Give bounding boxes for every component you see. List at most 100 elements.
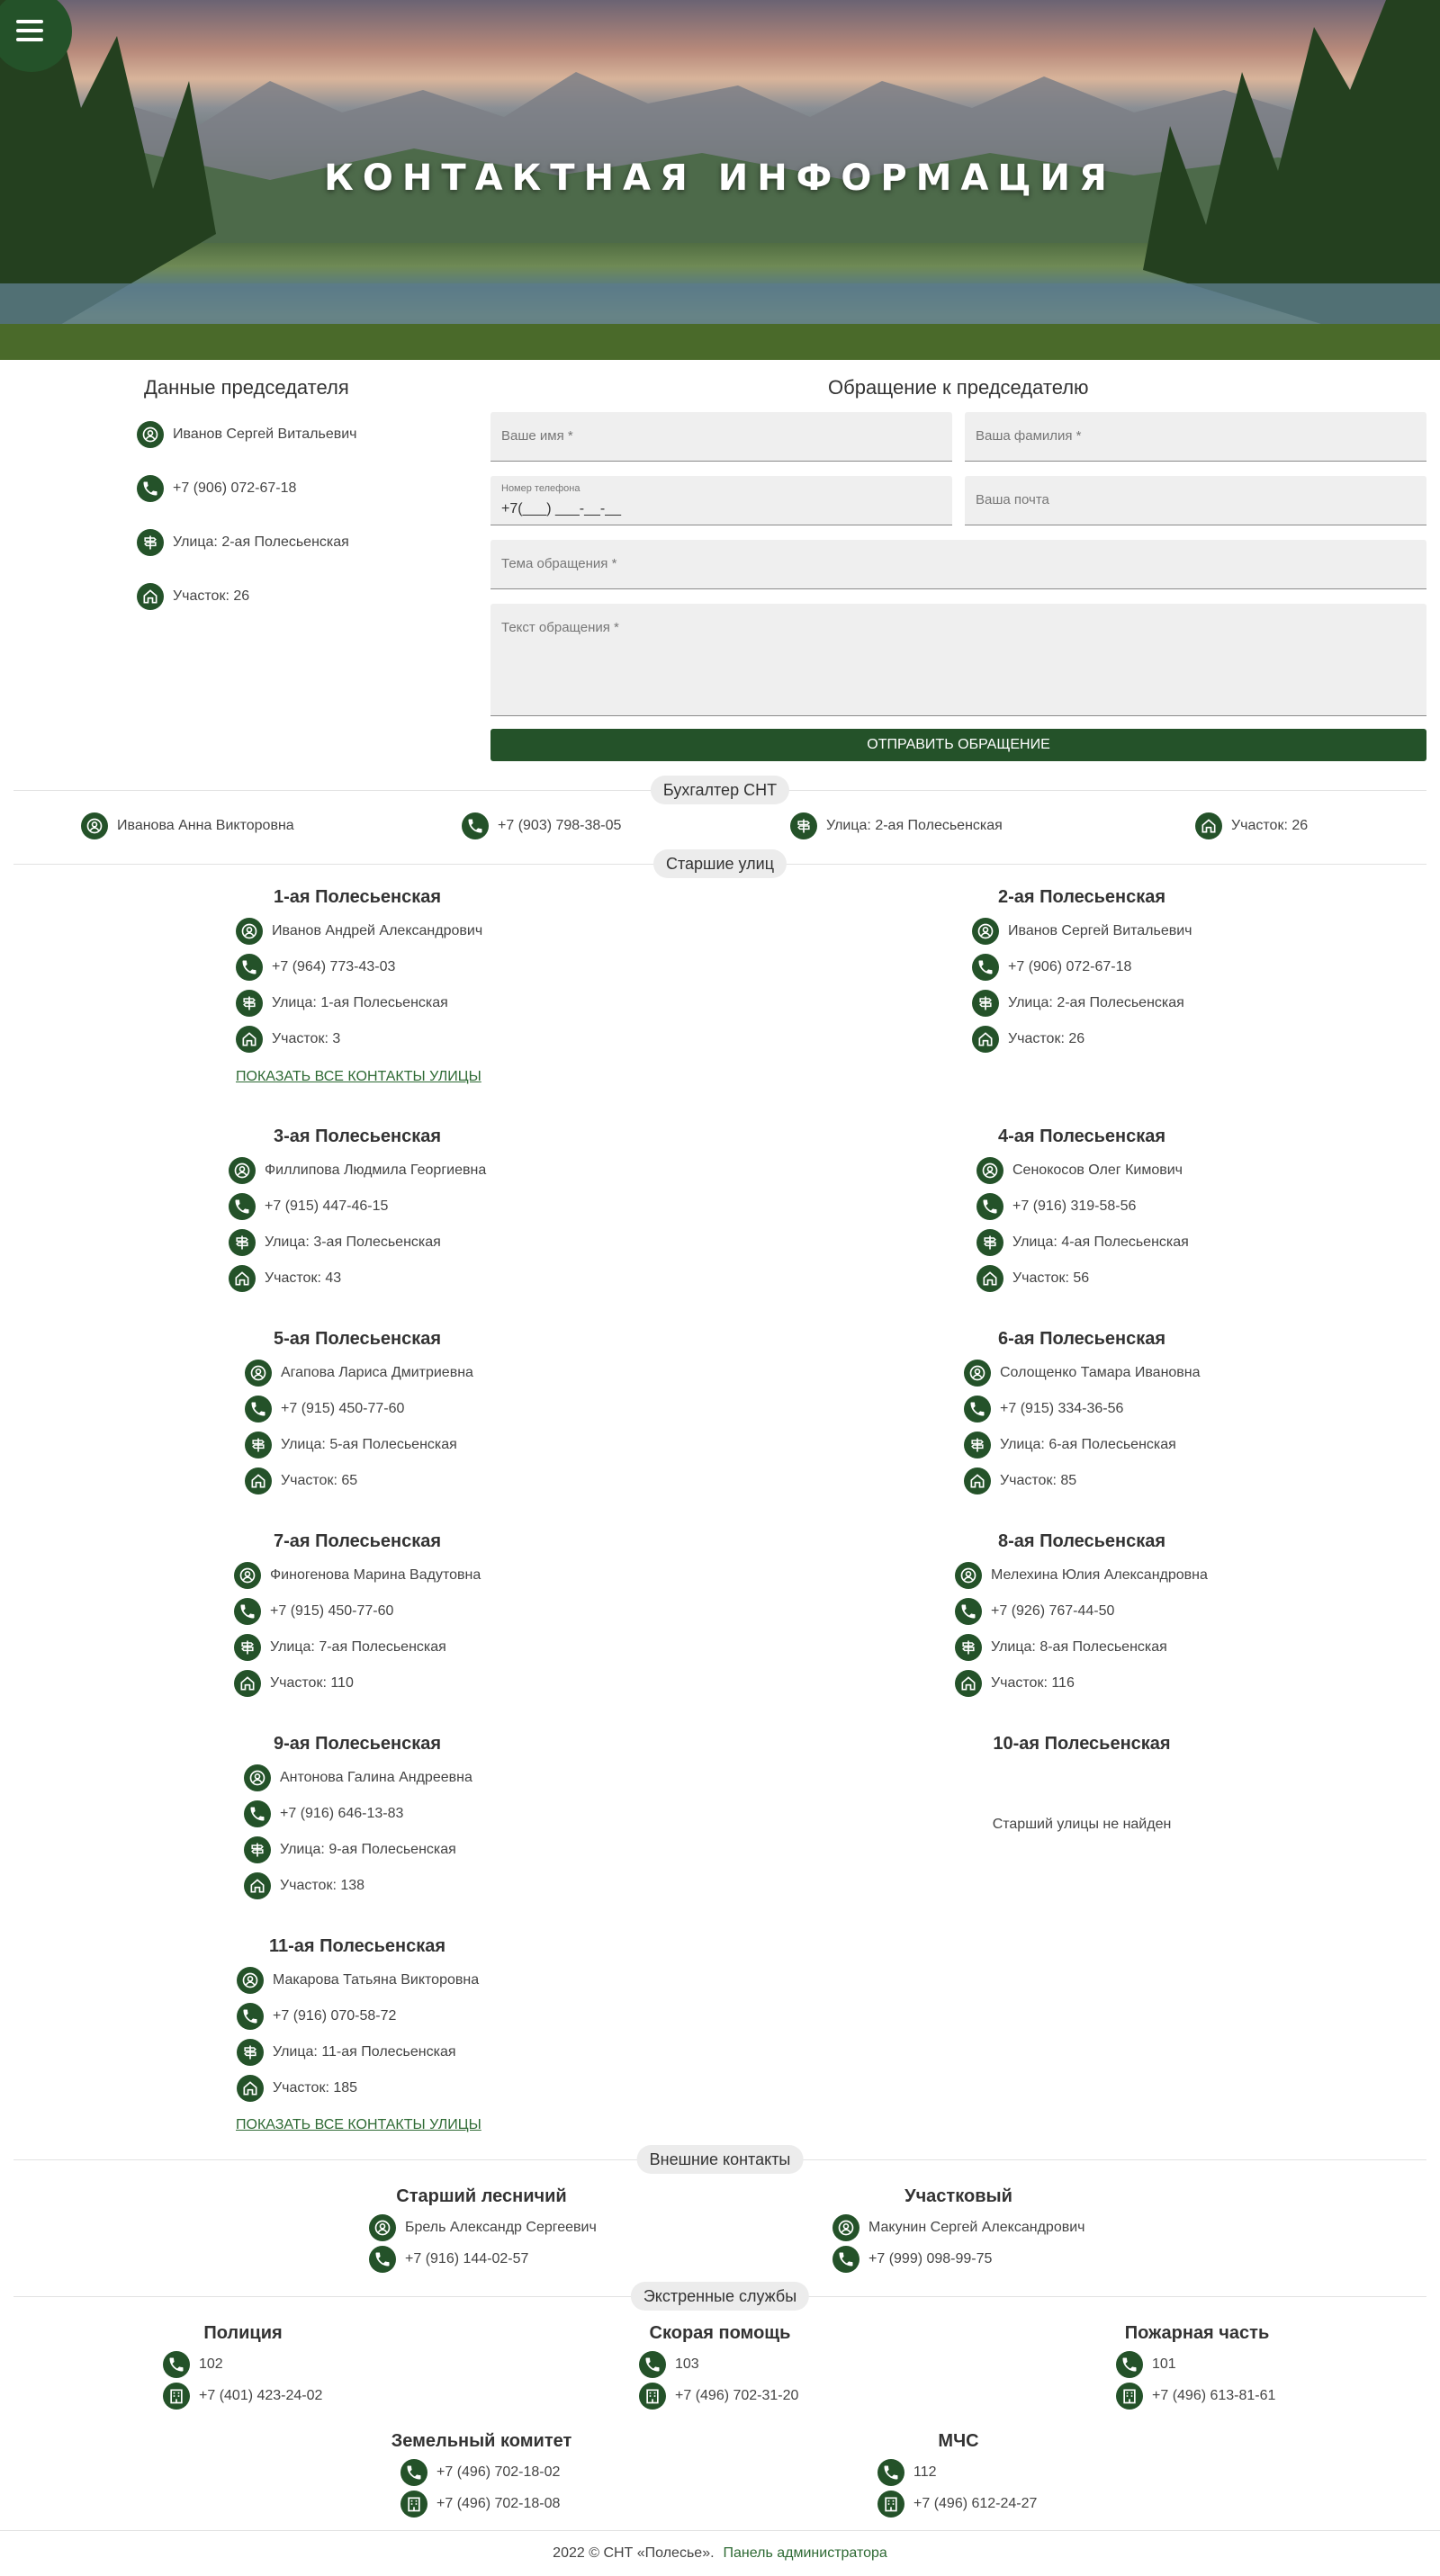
street-title: 7-ая Полесьенская [273, 1531, 442, 1551]
street-elder-street: Улица: 7-ая Полесьенская [234, 1634, 446, 1661]
street-elder-street-text: Улица: 4-ая Полесьенская [1012, 1234, 1189, 1250]
street-elder-phone: +7 (915) 450-77-60 [234, 1598, 393, 1625]
home-icon [234, 1670, 261, 1697]
street-title: 3-ая Полесьенская [273, 1126, 442, 1146]
user-icon [137, 421, 164, 448]
street-elder-name-text: Иванов Андрей Александрович [272, 923, 483, 938]
street-elder-phone: +7 (916) 070-58-72 [237, 2003, 396, 2030]
street-elder-name: Иванов Сергей Витальевич [972, 918, 1192, 945]
chairman-title: Данные председателя [144, 376, 349, 399]
external-contact-name-text: Брель Александр Сергеевич [405, 2220, 597, 2235]
email-placeholder: Ваша почта [976, 492, 1049, 507]
hero-banner: КОНТАКТНАЯ ИНФОРМАЦИЯ [0, 0, 1440, 360]
emergency-phone-text: +7 (496) 702-18-08 [436, 2496, 561, 2511]
home-icon [955, 1670, 982, 1697]
admin-panel-link[interactable]: Панель администратора [724, 2545, 887, 2561]
building-icon [1116, 2383, 1143, 2410]
street-elder-street-text: Улица: 11-ая Полесьенская [273, 2044, 456, 2060]
street-elder-name-text: Мелехина Юлия Александровна [991, 1567, 1208, 1583]
chairman-name-text: Иванов Сергей Витальевич [173, 426, 357, 442]
chairman-street: Улица: 2-ая Полесьенская [137, 529, 349, 556]
first-name-field[interactable]: Ваше имя * [490, 412, 952, 462]
user-icon [229, 1157, 256, 1184]
street-elder-plot: Участок: 110 [234, 1670, 354, 1697]
emergency-service-title: Полиция [203, 2323, 283, 2343]
street-elder-plot-text: Участок: 3 [272, 1031, 341, 1046]
signpost-icon [790, 812, 817, 839]
street-elder-phone-text: +7 (926) 767-44-50 [991, 1603, 1115, 1619]
signpost-icon [972, 990, 999, 1017]
street-elder-name: Солощенко Тамара Ивановна [964, 1360, 1201, 1387]
building-icon [163, 2383, 190, 2410]
street-title: 9-ая Полесьенская [273, 1734, 442, 1754]
phone-icon [369, 2246, 396, 2273]
emergency-short-number-text: 103 [675, 2356, 699, 2372]
hamburger-icon [16, 20, 43, 23]
street-elder-plot: Участок: 26 [972, 1026, 1084, 1053]
street-elder-name-text: Иванов Сергей Витальевич [1008, 923, 1192, 938]
street-elder-name-text: Филлипова Людмила Георгиевна [265, 1162, 487, 1178]
phone-icon [639, 2351, 666, 2378]
accountant-name: Иванова Анна Викторовна [81, 812, 294, 839]
signpost-icon [976, 1229, 1004, 1256]
user-icon [955, 1562, 982, 1589]
street-elder-street: Улица: 11-ая Полесьенская [237, 2039, 456, 2066]
accountant-phone-text: +7 (903) 798-38-05 [498, 818, 622, 833]
phone-icon [163, 2351, 190, 2378]
user-icon [236, 918, 263, 945]
street-elder-name: Мелехина Юлия Александровна [955, 1562, 1208, 1589]
show-all-contacts-link[interactable]: ПОКАЗАТЬ ВСЕ КОНТАКТЫ УЛИЦЫ [236, 2117, 482, 2133]
street-elder-street: Улица: 9-ая Полесьенская [244, 1836, 456, 1863]
show-all-contacts-link[interactable]: ПОКАЗАТЬ ВСЕ КОНТАКТЫ УЛИЦЫ [236, 1069, 482, 1085]
street-elder-phone-text: +7 (915) 334-36-56 [1000, 1401, 1124, 1416]
emergency-phone-text: +7 (496) 612-24-27 [914, 2496, 1038, 2511]
user-icon [237, 1967, 264, 1994]
external-contact-phone: +7 (999) 098-99-75 [832, 2246, 992, 2273]
street-elder-street-text: Улица: 9-ая Полесьенская [280, 1842, 456, 1857]
phone-field[interactable]: Номер телефона +7(___) ___-__-__ [490, 476, 952, 525]
email-field[interactable]: Ваша почта [965, 476, 1426, 525]
phone-label: Номер телефона [501, 483, 580, 494]
street-elder-name: Иванов Андрей Александрович [236, 918, 482, 945]
building-icon [400, 2491, 428, 2518]
street-elder-plot-text: Участок: 43 [265, 1270, 342, 1286]
street-title: 11-ая Полесьенская [268, 1936, 446, 1956]
street-elder-street-text: Улица: 7-ая Полесьенская [270, 1639, 446, 1655]
home-icon [972, 1026, 999, 1053]
emergency-service-title: Пожарная часть [1124, 2323, 1270, 2343]
external-chip: Внешние контакты [636, 2145, 804, 2174]
street-elder-street: Улица: 5-ая Полесьенская [245, 1432, 457, 1459]
emergency-short-number-text: 101 [1152, 2356, 1176, 2372]
signpost-icon [245, 1432, 272, 1459]
street-elder-street: Улица: 6-ая Полесьенская [964, 1432, 1176, 1459]
user-icon [976, 1157, 1004, 1184]
external-contact-name: Брель Александр Сергеевич [369, 2214, 597, 2241]
accountant-street-text: Улица: 2-ая Полесьенская [826, 818, 1003, 833]
subject-field[interactable]: Тема обращения * [490, 540, 1426, 589]
emergency-chip: Экстренные службы [630, 2282, 810, 2311]
street-elder-phone: +7 (926) 767-44-50 [955, 1598, 1114, 1625]
signpost-icon [237, 2039, 264, 2066]
street-elder-street: Улица: 4-ая Полесьенская [976, 1229, 1189, 1256]
subject-placeholder: Тема обращения * [501, 556, 617, 571]
footer: 2022 © СНТ «Полесье». Панель администрато… [0, 2530, 1440, 2576]
emergency-phone: +7 (401) 423-24-02 [163, 2383, 322, 2410]
street-elder-street: Улица: 1-ая Полесьенская [236, 990, 448, 1017]
chairman-plot: Участок: 26 [137, 583, 249, 610]
street-elder-plot-text: Участок: 26 [1008, 1031, 1085, 1046]
emergency-short-number-text: 112 [914, 2464, 937, 2480]
phone-icon [462, 812, 489, 839]
street-elder-plot-text: Участок: 138 [280, 1878, 365, 1893]
street-elder-name: Сенокосов Олег Кимович [976, 1157, 1183, 1184]
street-elder-phone-text: +7 (916) 646-13-83 [280, 1806, 404, 1821]
street-elder-street-text: Улица: 3-ая Полесьенская [265, 1234, 441, 1250]
signpost-icon [236, 990, 263, 1017]
street-elder-plot: Участок: 138 [244, 1872, 364, 1899]
street-elder-phone: +7 (964) 773-43-03 [236, 954, 395, 981]
street-elder-phone: +7 (915) 334-36-56 [964, 1396, 1123, 1423]
message-field[interactable]: Текст обращения * [490, 604, 1426, 716]
last-name-field[interactable]: Ваша фамилия * [965, 412, 1426, 462]
home-icon [976, 1265, 1004, 1292]
street-elder-name: Антонова Галина Андреевна [244, 1764, 472, 1791]
submit-button[interactable]: ОТПРАВИТЬ ОБРАЩЕНИЕ [490, 729, 1426, 761]
